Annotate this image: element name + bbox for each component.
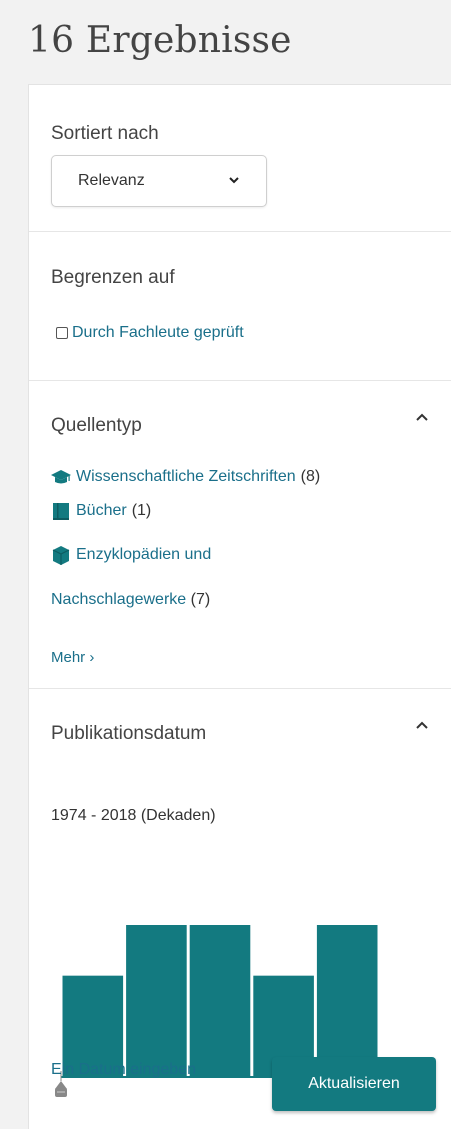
limit-label: Begrenzen auf [51,267,175,288]
source-type-count: (8) [300,468,321,485]
chevron-down-icon [229,177,239,184]
encyclopedia-icon [52,546,70,565]
source-type-item-encyclopedias-line2[interactable]: Nachschlagewerke (7) [51,591,210,609]
filter-panel: Sortiert nach Relevanz Begrenzen auf Dur… [28,84,451,1129]
source-type-section: Quellentyp Wissenschaftliche Zeitschrift… [29,381,451,689]
histogram-bar [316,925,378,1077]
source-type-title: Quellentyp [51,415,142,436]
source-type-label[interactable]: Bücher [76,502,127,520]
source-type-label[interactable]: Wissenschaftliche Zeitschriften [76,468,296,486]
chevron-up-icon[interactable] [414,411,430,423]
source-type-label-line2[interactable]: Nachschlagewerke [51,591,186,608]
peer-review-filter[interactable]: Durch Fachleute geprüft [56,324,244,342]
source-type-item-books[interactable]: Bücher (1) [51,501,151,521]
sort-label: Sortiert nach [51,123,159,144]
histogram-bar [189,925,251,1077]
source-type-label[interactable]: Enzyklopädien und [76,546,211,564]
sort-selected-value: Relevanz [78,172,145,189]
peer-review-checkbox[interactable] [56,327,68,339]
source-type-count: (1) [131,502,152,519]
source-type-count: (7) [190,591,211,608]
sort-section: Sortiert nach Relevanz [29,85,451,232]
update-button[interactable]: Aktualisieren [272,1057,436,1111]
more-source-types-link[interactable]: Mehr › [51,649,94,666]
mortarboard-icon [51,470,71,484]
results-count-title: 16 Ergebnisse [28,20,292,61]
histogram-bar [126,925,187,1077]
peer-review-label[interactable]: Durch Fachleute geprüft [72,324,244,342]
book-icon [53,503,69,520]
source-type-item-journals[interactable]: Wissenschaftliche Zeitschriften (8) [51,467,320,487]
limit-section: Begrenzen auf Durch Fachleute geprüft [29,232,451,381]
publication-date-section: Publikationsdatum 1974 - 2018 (Dekaden) … [29,689,451,1129]
enter-date-link[interactable]: Ein Datum eingeben [51,1061,196,1079]
sort-select[interactable]: Relevanz [51,155,267,207]
source-type-item-encyclopedias[interactable]: Enzyklopädien und [51,545,211,565]
